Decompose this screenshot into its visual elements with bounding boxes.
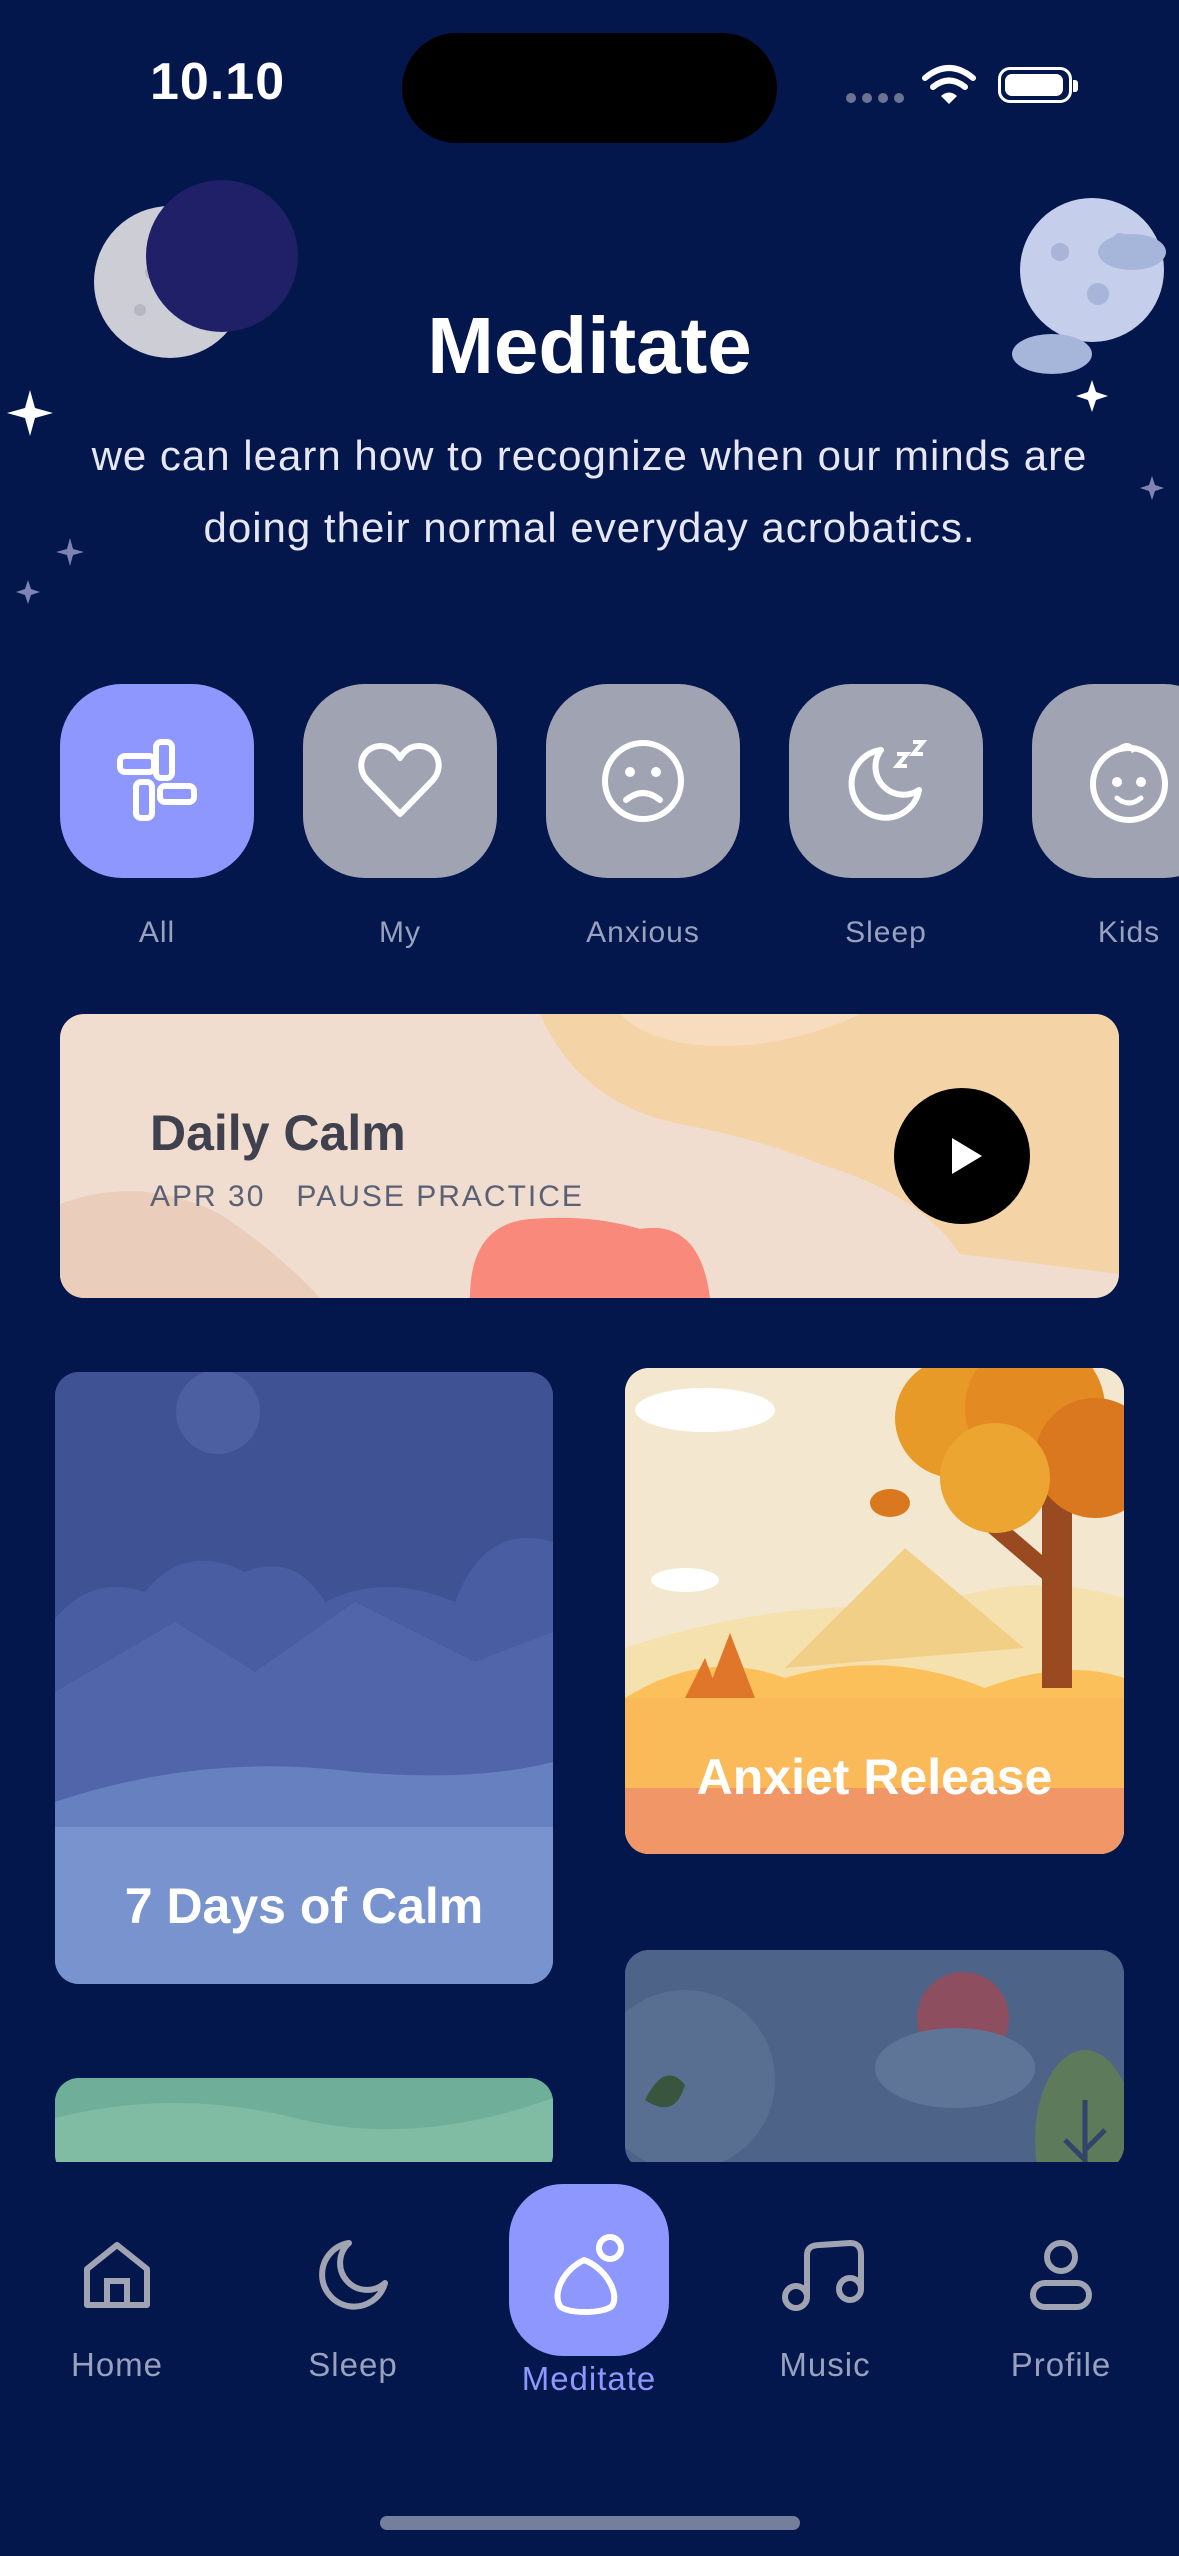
card-illustration — [625, 1950, 1124, 2170]
nav-sleep[interactable]: Sleep — [268, 2220, 438, 2384]
nav-meditate[interactable]: Meditate — [504, 2220, 674, 2398]
course-card[interactable] — [625, 1950, 1124, 2170]
status-time: 10.10 — [150, 53, 286, 111]
home-icon — [84, 2242, 150, 2308]
category-all[interactable]: All — [60, 684, 254, 950]
home-indicator[interactable] — [380, 2516, 800, 2530]
wifi-icon — [922, 64, 976, 111]
sad-face-icon — [602, 740, 684, 822]
meditate-icon — [554, 2234, 624, 2315]
daily-type: PAUSE PRACTICE — [296, 1180, 584, 1213]
grid-icon — [117, 739, 197, 821]
signal-icon — [846, 90, 910, 108]
course-card[interactable]: Anxiet Release — [625, 1368, 1124, 1854]
category-my[interactable]: My — [303, 684, 497, 950]
moon-icon — [319, 2240, 388, 2310]
play-icon — [952, 1138, 982, 1174]
profile-icon — [1030, 2240, 1092, 2310]
heart-icon — [358, 743, 442, 817]
category-label: Sleep — [845, 916, 927, 949]
nav-home[interactable]: Home — [32, 2220, 202, 2384]
page-title: Meditate — [427, 301, 752, 390]
music-icon — [782, 2239, 864, 2311]
card-title: Anxiet Release — [696, 1749, 1053, 1805]
category-anxious[interactable]: Anxious — [546, 684, 740, 950]
dynamic-island — [402, 33, 777, 143]
baby-face-icon — [1090, 743, 1168, 823]
nav-label: Meditate — [521, 2360, 657, 2397]
nav-label: Home — [70, 2346, 164, 2383]
moon-zzz-icon — [848, 740, 928, 821]
course-card[interactable]: 7 Days of Calm — [55, 1372, 553, 1984]
daily-calm-card[interactable]: Daily Calm APR 30 PAUSE PRACTICE — [60, 1014, 1119, 1298]
category-label: Anxious — [586, 916, 700, 949]
category-label: All — [138, 916, 176, 949]
nav-label: Profile — [1010, 2346, 1112, 2383]
daily-title: Daily Calm — [150, 1105, 406, 1161]
battery-icon — [998, 67, 1078, 103]
nav-label: Music — [779, 2346, 871, 2383]
daily-date: APR 30 — [150, 1180, 266, 1213]
play-button[interactable] — [894, 1088, 1030, 1224]
nav-profile[interactable]: Profile — [976, 2220, 1146, 2384]
category-label: My — [379, 916, 421, 949]
category-kids[interactable]: Kids — [1032, 684, 1179, 950]
page-subtitle: we can learn how to recognize when our m… — [91, 432, 1088, 551]
nav-music[interactable]: Music — [740, 2220, 910, 2384]
category-label: Kids — [1097, 916, 1161, 949]
daily-subtitle: APR 30 PAUSE PRACTICE — [150, 1180, 584, 1214]
card-title: 7 Days of Calm — [124, 1878, 484, 1934]
category-sleep[interactable]: Sleep — [789, 684, 983, 950]
nav-label: Sleep — [308, 2346, 398, 2383]
